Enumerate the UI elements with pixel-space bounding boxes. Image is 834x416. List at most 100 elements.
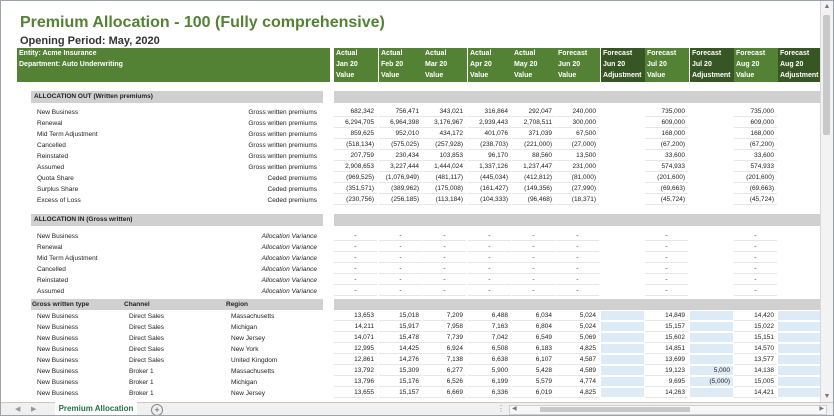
value-cell[interactable]: 5,900 xyxy=(468,366,511,376)
value-cell[interactable]: - xyxy=(512,253,555,263)
value-cell[interactable]: 88,560 xyxy=(512,151,555,161)
value-cell[interactable]: - xyxy=(468,253,511,263)
value-cell[interactable]: 6,804 xyxy=(512,322,555,332)
tab-next-icon[interactable]: ▶ xyxy=(31,404,36,415)
value-cell[interactable]: 1,337,126 xyxy=(468,162,511,172)
value-cell[interactable]: 13,500 xyxy=(556,151,599,161)
value-cell[interactable]: 4,825 xyxy=(556,388,599,398)
value-cell[interactable]: 6,488 xyxy=(468,311,511,321)
value-cell[interactable] xyxy=(778,377,821,387)
value-cell[interactable]: 859,625 xyxy=(334,129,377,139)
value-cell[interactable]: 13,577 xyxy=(734,355,777,365)
value-cell[interactable]: - xyxy=(334,275,377,285)
column-header[interactable]: Forecast Aug 20 Value xyxy=(734,48,778,82)
value-cell[interactable]: 5,024 xyxy=(556,311,599,321)
tab-premium-allocation[interactable]: Premium Allocation xyxy=(55,402,137,415)
value-cell[interactable]: 15,005 xyxy=(734,377,777,387)
value-cell[interactable]: 7,739 xyxy=(423,333,466,343)
value-cell[interactable] xyxy=(601,355,644,365)
value-cell[interactable]: 7,042 xyxy=(468,333,511,343)
value-cell[interactable]: 14,263 xyxy=(645,388,688,398)
value-cell[interactable]: 7,163 xyxy=(468,322,511,332)
value-cell[interactable]: 13,796 xyxy=(334,377,377,387)
value-cell[interactable]: 19,123 xyxy=(645,366,688,376)
value-cell[interactable]: (45,724) xyxy=(645,195,688,205)
value-cell[interactable]: 5,069 xyxy=(556,333,599,343)
value-cell[interactable]: - xyxy=(512,286,555,296)
vertical-scroll-thumb[interactable] xyxy=(823,15,830,135)
value-cell[interactable]: 103,853 xyxy=(423,151,466,161)
value-cell[interactable] xyxy=(601,377,644,387)
tab-split-handle-icon[interactable]: ⋮ xyxy=(497,403,505,415)
value-cell[interactable]: - xyxy=(423,264,466,274)
value-cell[interactable]: (27,990) xyxy=(556,184,599,194)
vertical-scrollbar[interactable]: ▲ ▼ xyxy=(820,1,833,402)
value-cell[interactable]: - xyxy=(379,253,422,263)
value-cell[interactable]: - xyxy=(512,242,555,252)
value-cell[interactable]: - xyxy=(334,264,377,274)
value-cell[interactable]: - xyxy=(556,242,599,252)
value-cell[interactable]: (351,571) xyxy=(334,184,377,194)
value-cell[interactable]: (67,200) xyxy=(645,140,688,150)
horizontal-scrollbar[interactable]: ◀ ▶ xyxy=(509,405,827,415)
value-cell[interactable] xyxy=(690,355,733,365)
value-cell[interactable]: 231,000 xyxy=(556,162,599,172)
value-cell[interactable] xyxy=(690,333,733,343)
value-cell[interactable]: (27,000) xyxy=(556,140,599,150)
value-cell[interactable] xyxy=(690,311,733,321)
value-cell[interactable]: - xyxy=(734,275,777,285)
value-cell[interactable]: - xyxy=(645,264,688,274)
value-cell[interactable]: 371,039 xyxy=(512,129,555,139)
value-cell[interactable]: 14,425 xyxy=(379,344,422,354)
value-cell[interactable]: 2,708,511 xyxy=(512,118,555,128)
value-cell[interactable]: 7,209 xyxy=(423,311,466,321)
value-cell[interactable]: (257,928) xyxy=(423,140,466,150)
value-cell[interactable]: (104,333) xyxy=(468,195,511,205)
value-cell[interactable]: 168,000 xyxy=(734,129,777,139)
value-cell[interactable]: (5,000) xyxy=(690,377,733,387)
value-cell[interactable]: 2,939,443 xyxy=(468,118,511,128)
column-header[interactable]: Forecast Jun 20 Adjustment xyxy=(601,48,645,82)
value-cell[interactable]: 300,000 xyxy=(556,118,599,128)
column-header[interactable]: Actual May 20 Value xyxy=(512,48,556,82)
value-cell[interactable]: 6,669 xyxy=(423,388,466,398)
value-cell[interactable]: 1,444,024 xyxy=(423,162,466,172)
value-cell[interactable]: 6,924 xyxy=(423,344,466,354)
value-cell[interactable]: 15,022 xyxy=(734,322,777,332)
value-cell[interactable]: (81,000) xyxy=(556,173,599,183)
value-cell[interactable]: 13,653 xyxy=(334,311,377,321)
column-header[interactable]: Actual Apr 20 Value xyxy=(468,48,512,82)
value-cell[interactable]: (149,356) xyxy=(512,184,555,194)
value-cell[interactable]: (389,962) xyxy=(379,184,422,194)
scroll-down-icon[interactable]: ▼ xyxy=(821,391,833,402)
column-header[interactable]: Actual Jan 20 Value xyxy=(334,48,378,82)
value-cell[interactable]: (69,663) xyxy=(645,184,688,194)
value-cell[interactable]: 7,958 xyxy=(423,322,466,332)
value-cell[interactable]: - xyxy=(334,231,377,241)
value-cell[interactable]: 9,695 xyxy=(645,377,688,387)
value-cell[interactable]: 4,774 xyxy=(556,377,599,387)
value-cell[interactable]: (45,724) xyxy=(734,195,777,205)
value-cell[interactable]: 401,076 xyxy=(468,129,511,139)
value-cell[interactable]: (412,812) xyxy=(512,173,555,183)
value-cell[interactable]: 292,047 xyxy=(512,107,555,117)
value-cell[interactable]: 682,342 xyxy=(334,107,377,117)
value-cell[interactable]: 14,851 xyxy=(645,344,688,354)
column-header[interactable]: Actual Feb 20 Value xyxy=(379,48,423,82)
value-cell[interactable]: - xyxy=(734,253,777,263)
value-cell[interactable]: - xyxy=(423,253,466,263)
value-cell[interactable] xyxy=(778,322,821,332)
value-cell[interactable]: 6,336 xyxy=(468,388,511,398)
value-cell[interactable]: 6,508 xyxy=(468,344,511,354)
value-cell[interactable]: 13,792 xyxy=(334,366,377,376)
value-cell[interactable]: - xyxy=(334,253,377,263)
value-cell[interactable]: - xyxy=(645,253,688,263)
column-header[interactable]: Forecast Jul 20 Adjustment xyxy=(690,48,734,82)
value-cell[interactable]: - xyxy=(512,231,555,241)
value-cell[interactable]: (175,008) xyxy=(423,184,466,194)
value-cell[interactable]: (969,525) xyxy=(334,173,377,183)
value-cell[interactable]: 5,579 xyxy=(512,377,555,387)
value-cell[interactable] xyxy=(690,344,733,354)
value-cell[interactable]: (1,076,949) xyxy=(379,173,422,183)
value-cell[interactable]: (238,703) xyxy=(468,140,511,150)
